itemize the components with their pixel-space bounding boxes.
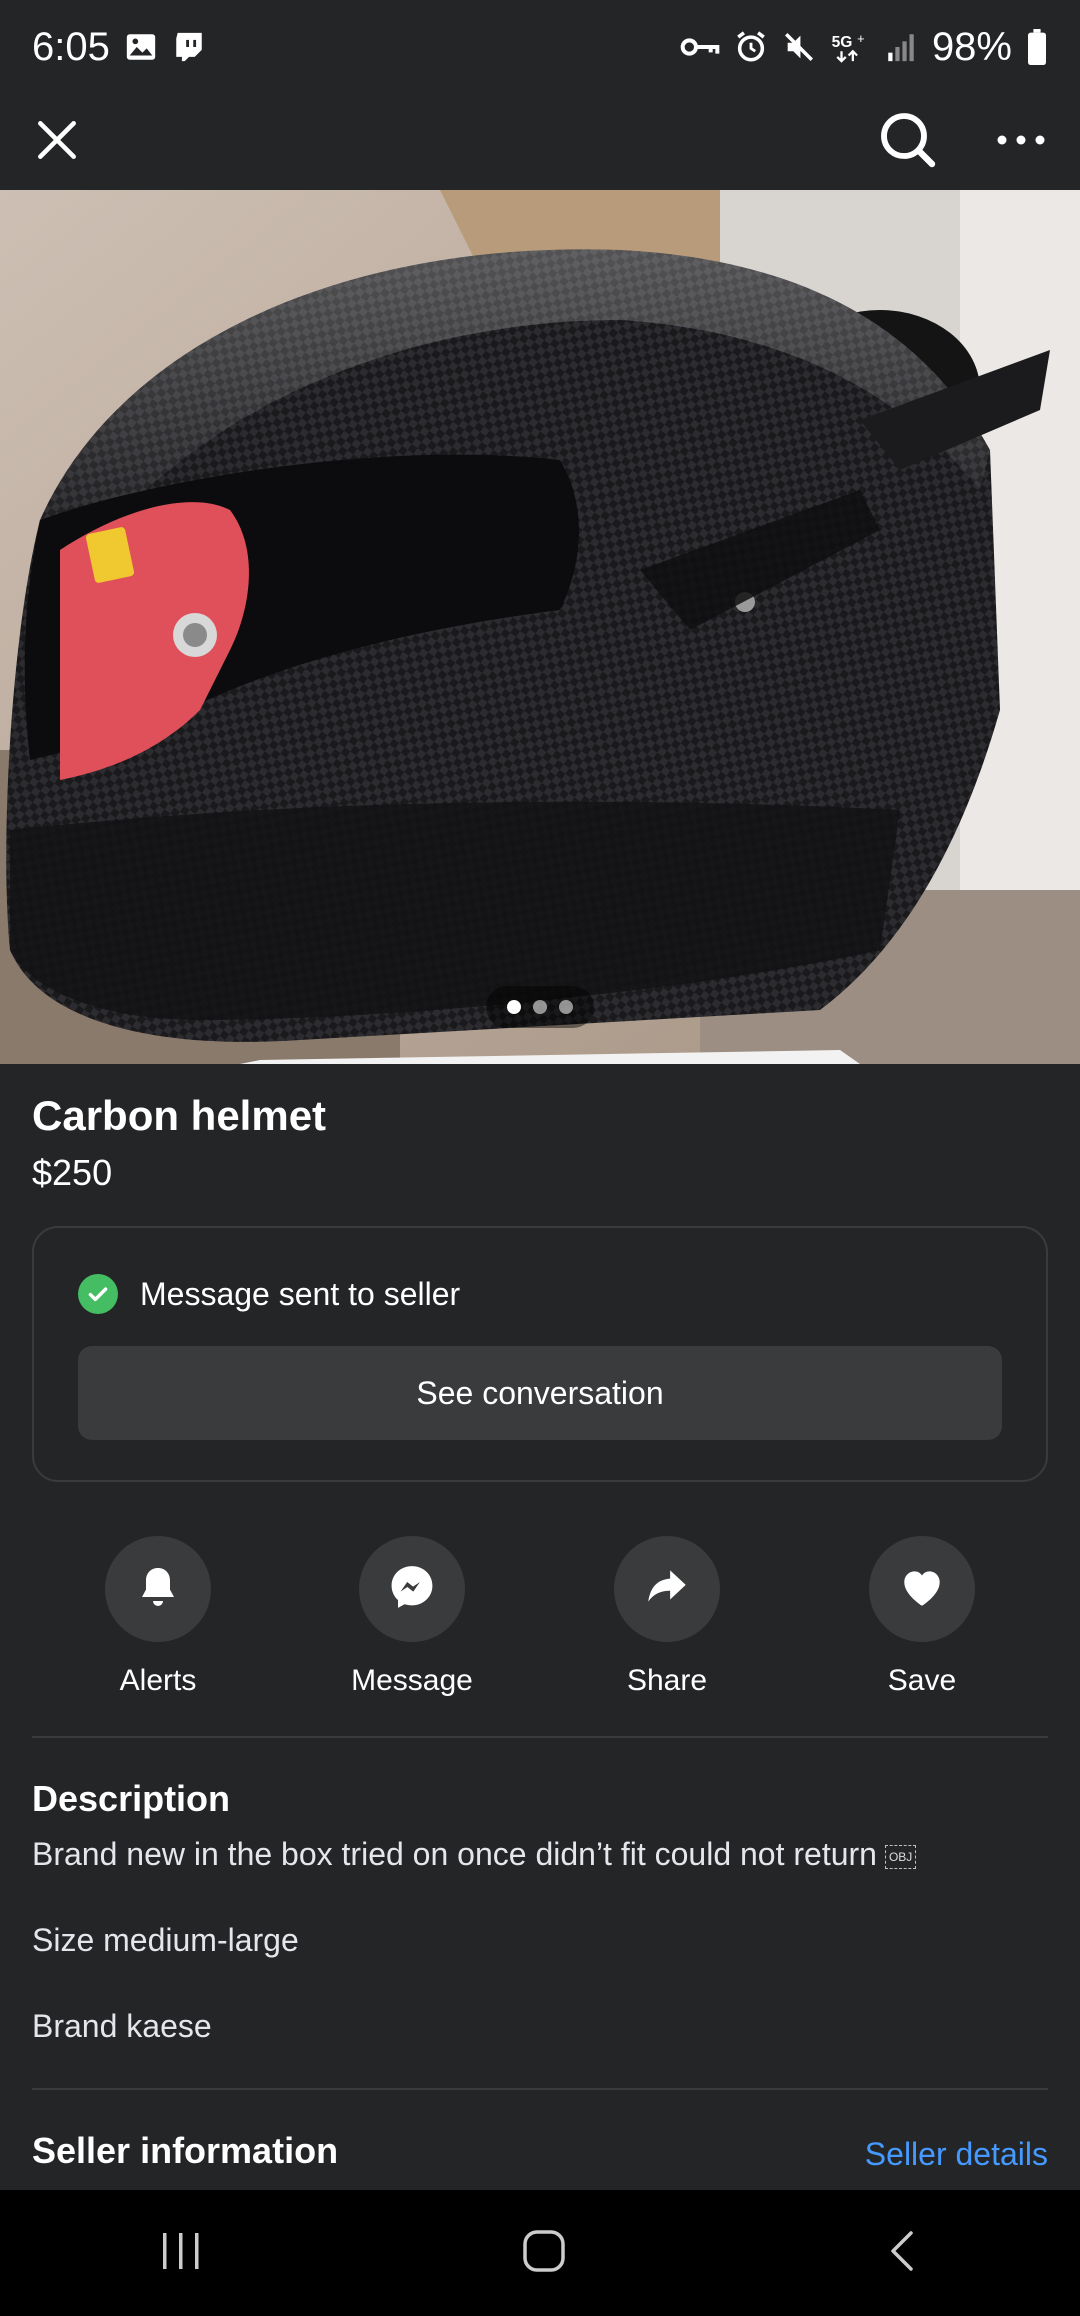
check-circle-icon	[78, 1274, 118, 1314]
description-line-3: Brand kaese	[32, 2008, 212, 2044]
5g-icon: 5G +	[830, 30, 870, 64]
share-label: Share	[626, 1664, 708, 1697]
battery-icon	[1026, 29, 1048, 65]
heart-icon	[897, 1562, 947, 1617]
message-sent-text: Message sent to seller	[140, 1275, 461, 1312]
pager-dot-3[interactable]	[559, 1000, 573, 1014]
status-time: 6:05	[32, 24, 110, 69]
gallery-icon	[124, 30, 158, 64]
messenger-icon	[387, 1562, 437, 1617]
svg-text:+: +	[857, 31, 864, 46]
divider	[32, 1736, 1048, 1738]
alarm-icon	[734, 30, 768, 64]
seller-details-link[interactable]: Seller details	[865, 2136, 1048, 2173]
message-sent-row: Message sent to seller	[78, 1274, 460, 1314]
save-button[interactable]: Save	[812, 1536, 1032, 1698]
search-icon[interactable]	[876, 108, 940, 177]
mute-icon	[782, 30, 816, 64]
message-status-card: Message sent to seller See conversation	[32, 1226, 1048, 1482]
close-icon[interactable]	[32, 115, 82, 170]
listing-title: Carbon helmet	[32, 1092, 327, 1139]
description-heading: Description	[32, 1778, 231, 1819]
message-circle[interactable]	[359, 1536, 465, 1642]
share-circle[interactable]	[614, 1536, 720, 1642]
save-label: Save	[887, 1664, 957, 1697]
divider	[32, 2088, 1048, 2090]
description-text-1: Brand new in the box tried on once didn’…	[32, 1836, 877, 1872]
seller-information-heading: Seller information	[32, 2130, 339, 2171]
bell-icon	[134, 1563, 182, 1616]
save-circle[interactable]	[869, 1536, 975, 1642]
object-placeholder-glyph: OBJ	[884, 1844, 917, 1869]
message-button[interactable]: Message	[302, 1536, 522, 1698]
recent-apps-icon[interactable]	[157, 2229, 205, 2278]
system-navigation-bar	[0, 2190, 1080, 2316]
alerts-button[interactable]: Alerts	[48, 1536, 268, 1698]
more-options-icon[interactable]	[994, 130, 1048, 155]
pager-dot-1[interactable]	[507, 1000, 521, 1014]
pager-dot-2[interactable]	[533, 1000, 547, 1014]
top-bar	[0, 94, 1080, 190]
alerts-circle[interactable]	[105, 1536, 211, 1642]
alerts-label: Alerts	[119, 1664, 197, 1697]
description-line-2: Size medium-large	[32, 1922, 299, 1958]
vpn-key-icon	[680, 32, 720, 62]
status-bar: 6:05 5G + 98%	[0, 0, 1080, 94]
message-label: Message	[351, 1664, 473, 1697]
description-line-1: Brand new in the box tried on once didn’…	[32, 1836, 917, 1873]
listing-price: $250	[32, 1152, 113, 1193]
signal-icon	[884, 30, 918, 64]
twitch-icon	[172, 30, 206, 64]
photo-pager[interactable]	[486, 986, 594, 1028]
see-conversation-button[interactable]: See conversation	[78, 1346, 1002, 1440]
battery-percent: 98%	[931, 24, 1012, 69]
home-icon[interactable]	[520, 2227, 568, 2280]
share-button[interactable]: Share	[557, 1536, 777, 1698]
listing-photo[interactable]	[0, 190, 1080, 1064]
action-row: Alerts Message Share Save	[0, 1536, 1080, 1698]
svg-text:5G: 5G	[832, 34, 853, 51]
share-icon	[642, 1562, 692, 1617]
back-icon[interactable]	[883, 2227, 923, 2280]
